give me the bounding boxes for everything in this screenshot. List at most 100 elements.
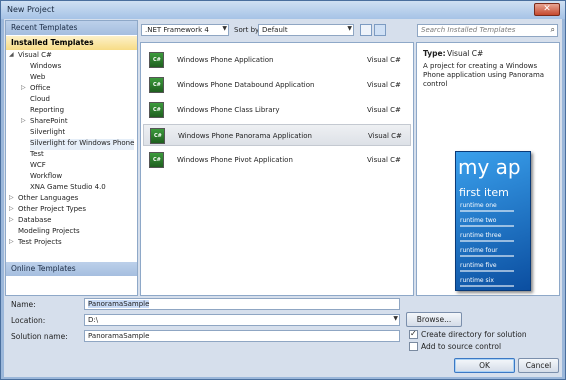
tree-item-label: Visual C#: [18, 51, 52, 59]
tree-item[interactable]: Cloud: [30, 95, 50, 106]
tree-item-label: Other Project Types: [18, 205, 87, 213]
template-name: Windows Phone Databound Application: [177, 81, 315, 89]
template-list: Windows Phone ApplicationVisual C# Window…: [140, 42, 414, 296]
tree-item-label: Test Projects: [18, 238, 62, 246]
tree-item[interactable]: Windows: [30, 62, 61, 73]
tree-item[interactable]: Reporting: [30, 106, 64, 117]
tree-item-label: Test: [30, 150, 44, 158]
title-bar[interactable]: New Project ✕: [1, 1, 565, 19]
sort-by-label: Sort by:: [234, 26, 262, 34]
tree-item[interactable]: Silverlight: [30, 128, 65, 139]
recent-templates-header[interactable]: Recent Templates: [6, 21, 137, 35]
tree-expander-icon[interactable]: ▷: [9, 216, 14, 223]
tree-item-label: Cloud: [30, 95, 50, 103]
preview-subtitle: first item: [459, 186, 509, 199]
phone-template-icon: [149, 102, 164, 118]
template-row[interactable]: Windows Phone Pivot Application Visual C#: [143, 149, 411, 171]
template-name: Windows Phone Class Library: [177, 106, 280, 114]
phone-template-icon: [149, 77, 164, 93]
solution-name-value: PanoramaSample: [88, 332, 150, 340]
tree-item[interactable]: XNA Game Studio 4.0: [30, 183, 106, 194]
browse-button[interactable]: Browse...: [406, 312, 462, 327]
preview-line: [460, 225, 514, 227]
tree-item-label: SharePoint: [30, 117, 68, 125]
template-row[interactable]: Windows Phone Panorama Application Visual…: [143, 124, 411, 146]
template-name: Windows Phone Panorama Application: [178, 132, 312, 140]
new-project-dialog: New Project ✕ Recent Templates Installed…: [0, 0, 566, 380]
chevron-down-icon: ▼: [393, 315, 398, 322]
tree-item[interactable]: ▷ Other Languages: [9, 194, 78, 205]
phone-template-icon: [149, 152, 164, 168]
search-icon[interactable]: ⌕: [551, 25, 555, 35]
name-field[interactable]: PanoramaSample: [84, 298, 400, 310]
phone-template-icon: [149, 52, 164, 68]
tree-item[interactable]: ◢ Visual C#: [9, 51, 52, 62]
template-name: Windows Phone Pivot Application: [177, 156, 293, 164]
preview-line: [460, 285, 514, 287]
template-description: A project for creating a Windows Phone a…: [423, 62, 545, 88]
template-language: Visual C#: [367, 156, 401, 164]
tree-expander-icon[interactable]: ▷: [21, 84, 26, 91]
preview-item: runtime one: [460, 202, 497, 209]
preview-item: runtime three: [460, 232, 502, 239]
close-button[interactable]: ✕: [534, 3, 560, 16]
tree-expander-icon[interactable]: ▷: [9, 205, 14, 212]
tree-item[interactable]: ▷ Other Project Types: [9, 205, 87, 216]
preview-title: my ap: [458, 155, 521, 179]
tree-item-label: Windows: [30, 62, 62, 70]
small-icons-view-button[interactable]: [374, 24, 386, 36]
tree-expander-icon[interactable]: ▷: [9, 238, 14, 245]
search-input[interactable]: Search Installed Templates ⌕: [417, 24, 558, 37]
add-source-control-checkbox[interactable]: [409, 342, 418, 351]
medium-icons-view-button[interactable]: [360, 24, 372, 36]
template-row[interactable]: Windows Phone Application Visual C#: [143, 49, 411, 71]
installed-templates-header[interactable]: Installed Templates: [6, 36, 137, 50]
dialog-client: Recent Templates Installed Templates ◢ Vi…: [4, 19, 562, 377]
tree-item[interactable]: ▷ SharePoint: [21, 117, 68, 128]
preview-item: runtime four: [460, 247, 498, 254]
tree-item-label: Silverlight for Windows Phone: [30, 139, 135, 147]
framework-select[interactable]: .NET Framework 4 ▼: [141, 24, 229, 36]
location-label: Location:: [11, 316, 46, 325]
tree-item[interactable]: ▷ Test Projects: [9, 238, 62, 249]
solution-name-label: Solution name:: [11, 332, 68, 341]
tree-expander-icon[interactable]: ◢: [9, 51, 14, 58]
template-language: Visual C#: [367, 106, 401, 114]
cancel-button[interactable]: Cancel: [518, 358, 559, 373]
tree-item[interactable]: Web: [30, 73, 45, 84]
ok-button[interactable]: OK: [454, 358, 515, 373]
sort-select[interactable]: Default ▼: [258, 24, 354, 36]
online-templates-header[interactable]: Online Templates: [6, 262, 137, 276]
template-language: Visual C#: [367, 56, 401, 64]
tree-item[interactable]: Test: [30, 150, 44, 161]
sort-value: Default: [262, 26, 288, 34]
tree-item[interactable]: WCF: [30, 161, 46, 172]
template-categories-panel: Recent Templates Installed Templates ◢ Vi…: [5, 20, 138, 296]
tree-item[interactable]: Modeling Projects: [18, 227, 80, 238]
tree-item[interactable]: Silverlight for Windows Phone: [30, 139, 135, 150]
search-placeholder: Search Installed Templates: [421, 26, 516, 34]
phone-template-icon: [150, 128, 165, 144]
create-directory-checkbox[interactable]: [409, 329, 418, 339]
tree-item[interactable]: ▷ Database: [9, 216, 51, 227]
solution-name-field[interactable]: PanoramaSample: [84, 330, 400, 342]
type-value: Visual C#: [447, 49, 484, 58]
location-field[interactable]: D:\ ▼: [84, 314, 400, 326]
name-label: Name:: [11, 300, 36, 309]
template-row[interactable]: Windows Phone Class Library Visual C#: [143, 99, 411, 121]
tree-expander-icon[interactable]: ▷: [9, 194, 14, 201]
add-source-control-label: Add to source control: [421, 342, 502, 351]
type-label: Type:: [423, 49, 446, 58]
tree-item[interactable]: ▷ Office: [21, 84, 50, 95]
chevron-down-icon: ▼: [347, 25, 352, 32]
template-language: Visual C#: [368, 132, 402, 140]
tree-item-label: Web: [30, 73, 46, 81]
template-details-panel: Type: Visual C# A project for creating a…: [416, 42, 560, 296]
tree-item-label: XNA Game Studio 4.0: [30, 183, 106, 191]
tree-expander-icon[interactable]: ▷: [21, 117, 26, 124]
template-row[interactable]: Windows Phone Databound Application Visua…: [143, 74, 411, 96]
name-value: PanoramaSample: [88, 300, 150, 308]
preview-item: runtime five: [460, 262, 497, 269]
preview-line: [460, 255, 514, 257]
tree-item[interactable]: Workflow: [30, 172, 62, 183]
